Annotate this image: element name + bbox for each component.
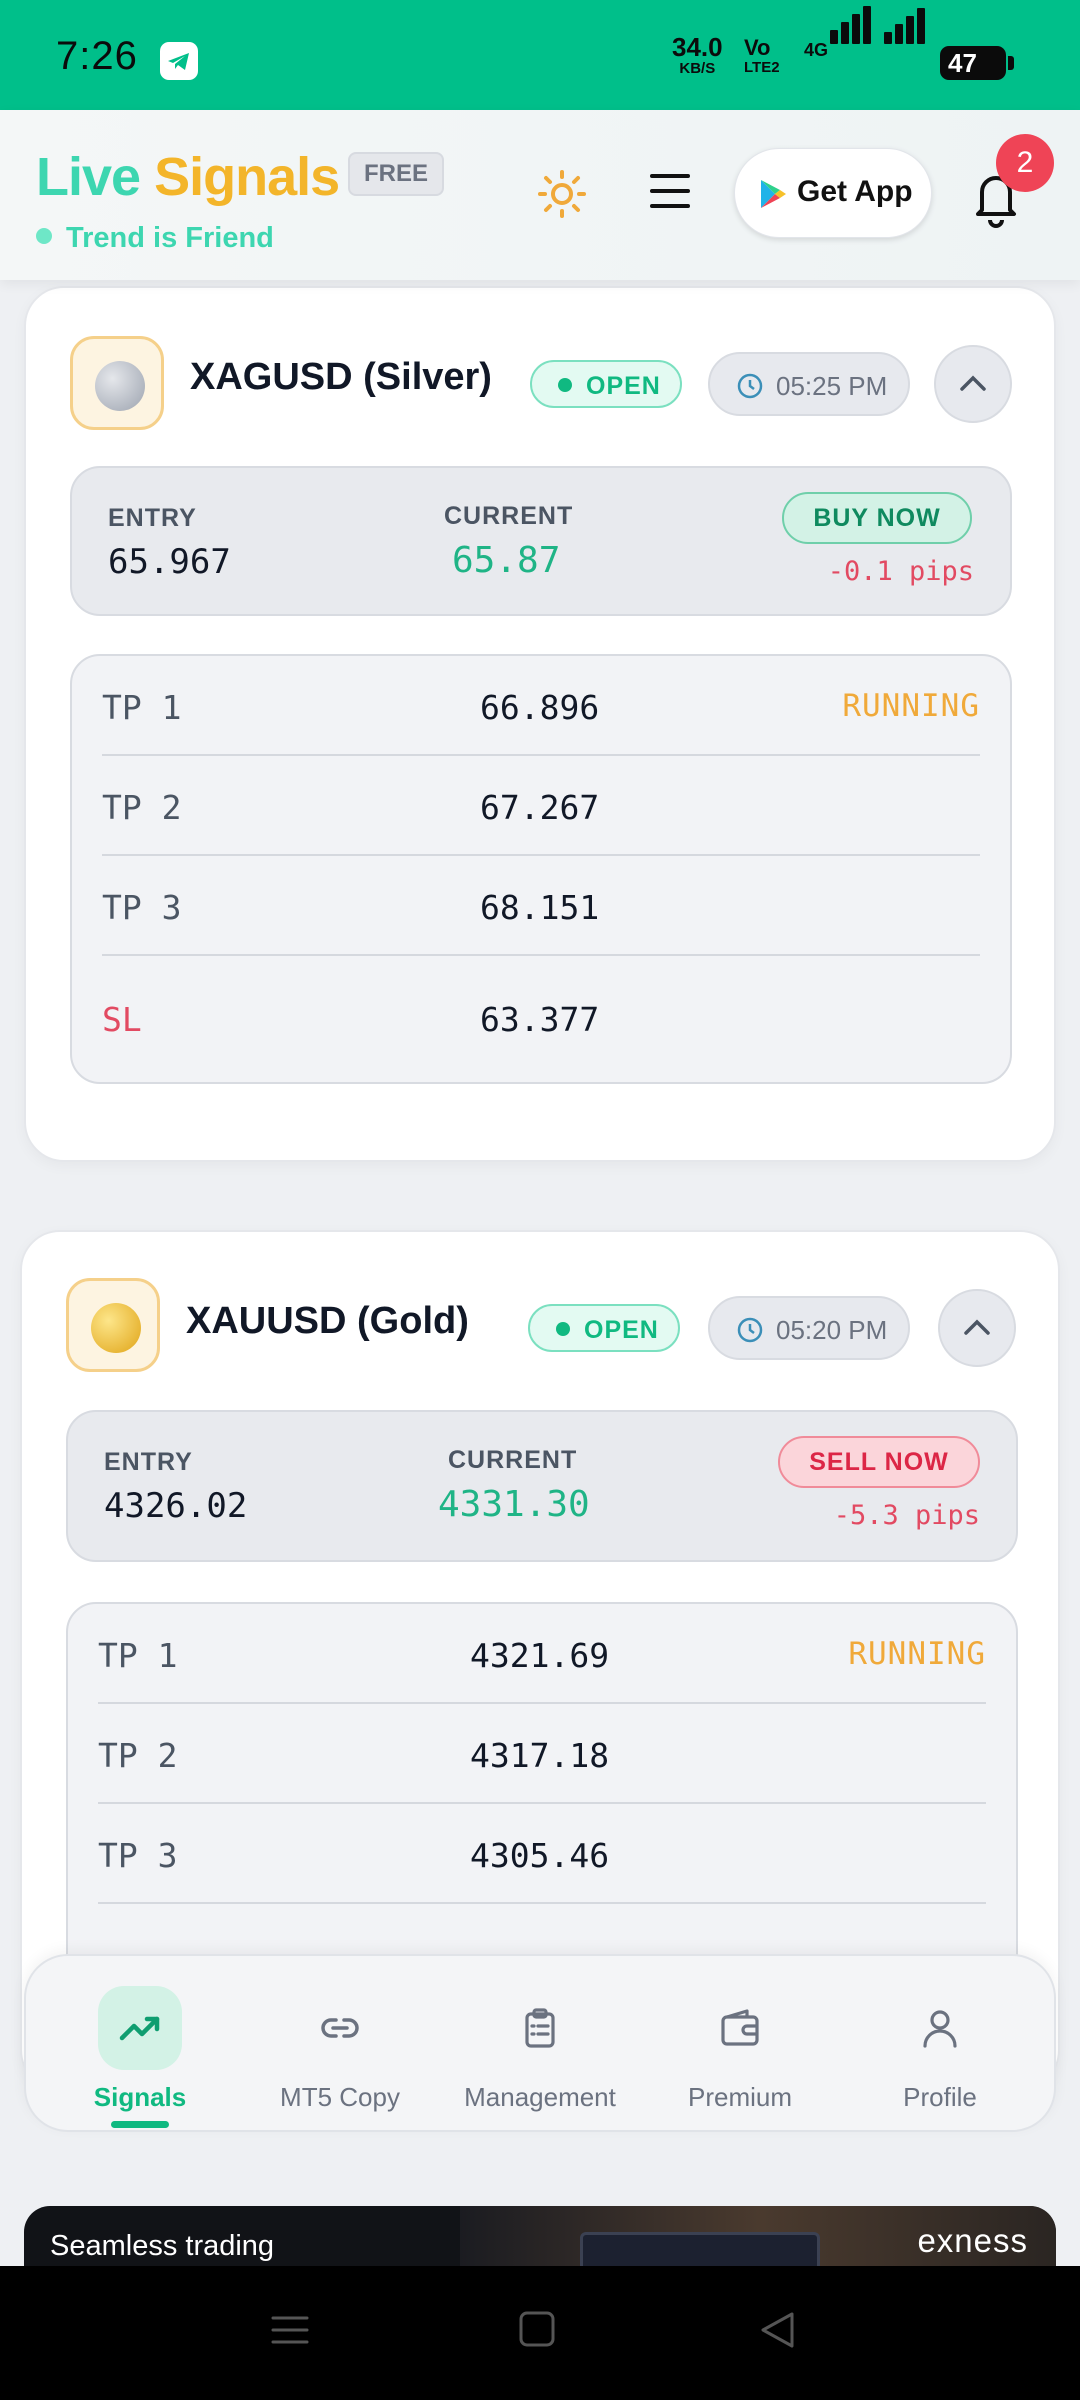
tp-row: TP 3 68.151: [102, 856, 980, 956]
signal-card-silver: XAGUSD (Silver) OPEN 05:25 PM ENTRY 65.9…: [24, 286, 1056, 1162]
silver-medal-icon: [70, 336, 164, 430]
tp-row: TP 1 66.896 RUNNING: [102, 656, 980, 756]
clipboard-icon: [498, 1986, 582, 2070]
clock-icon: [737, 1317, 763, 1343]
current-price: 65.87: [452, 540, 561, 581]
nav-management[interactable]: Management: [440, 1986, 640, 2113]
signal-time: 05:25 PM: [708, 352, 910, 416]
user-icon: [898, 1986, 982, 2070]
tier-badge: FREE: [348, 152, 445, 196]
app-logo-title: Live Signals: [36, 147, 340, 207]
bottom-navigation: Signals MT5 Copy Management Premium Prof…: [24, 1954, 1056, 2132]
tp-row: TP 2 67.267: [102, 756, 980, 856]
notification-count-badge: 2: [996, 134, 1054, 192]
symbol-title: XAUUSD (Gold): [186, 1300, 469, 1342]
nav-premium[interactable]: Premium: [640, 1986, 840, 2113]
price-summary: ENTRY 4326.02 CURRENT 4331.30 SELL NOW -…: [66, 1410, 1018, 1562]
system-navigation-bar: [0, 2266, 1080, 2400]
current-price: 4331.30: [438, 1484, 590, 1525]
take-profit-levels: TP 1 66.896 RUNNING TP 2 67.267 TP 3 68.…: [70, 654, 1012, 1084]
status-time: 7:26: [56, 34, 138, 78]
status-badge: OPEN: [530, 360, 682, 408]
signal-time: 05:20 PM: [708, 1296, 910, 1360]
battery-icon: 47: [940, 46, 1014, 80]
pips-value: -5.3 pips: [833, 1500, 980, 1531]
wallet-icon: [698, 1986, 782, 2070]
nav-signals[interactable]: Signals: [40, 1986, 240, 2128]
telegram-icon: [160, 42, 198, 80]
pips-value: -0.1 pips: [827, 556, 974, 587]
trending-up-icon: [98, 1986, 182, 2070]
clock-icon: [737, 373, 763, 399]
tp-row: TP 2 4317.18: [98, 1704, 986, 1804]
menu-hamburger-icon[interactable]: [650, 174, 690, 210]
tp-row: TP 1 4321.69 RUNNING: [98, 1604, 986, 1704]
back-icon[interactable]: [758, 2310, 798, 2355]
home-icon[interactable]: [518, 2310, 558, 2355]
volte-indicator: Vo LTE2: [744, 35, 780, 77]
buy-now-button[interactable]: BUY NOW: [782, 492, 972, 544]
net-speed: 34.0 KB/S: [672, 32, 723, 77]
tp-state-running: RUNNING: [848, 1636, 986, 1672]
sell-now-button[interactable]: SELL NOW: [778, 1436, 980, 1488]
nav-profile[interactable]: Profile: [840, 1986, 1040, 2113]
tp-state-running: RUNNING: [842, 688, 980, 724]
entry-price: 4326.02: [104, 1486, 248, 1526]
nav-mt5-copy[interactable]: MT5 Copy: [240, 1986, 440, 2113]
collapse-chevron-up-icon[interactable]: [934, 345, 1012, 423]
google-play-icon: [761, 180, 786, 208]
ad-brand-logo: exness: [917, 2222, 1028, 2259]
tp-row: TP 3 4305.46: [98, 1804, 986, 1904]
get-app-button[interactable]: Get App: [734, 148, 932, 238]
active-indicator: [111, 2121, 169, 2128]
gold-coin-icon: [66, 1278, 160, 1372]
laptop-image: [580, 2232, 820, 2266]
price-summary: ENTRY 65.967 CURRENT 65.87 BUY NOW -0.1 …: [70, 466, 1012, 616]
recent-apps-icon[interactable]: [270, 2310, 310, 2355]
entry-price: 65.967: [108, 542, 231, 582]
status-badge: OPEN: [528, 1304, 680, 1352]
network-type: 4G: [804, 40, 829, 60]
sl-row: SL 63.377: [102, 1000, 600, 1039]
theme-toggle-sun-icon[interactable]: [536, 168, 588, 220]
tagline: Trend is Friend: [36, 222, 274, 255]
app-header: Live Signals FREE Trend is Friend Get Ap…: [0, 110, 1080, 280]
ad-banner[interactable]: Seamless trading exness: [24, 2206, 1056, 2266]
collapse-chevron-up-icon[interactable]: [938, 1289, 1016, 1367]
ad-text: Seamless trading: [50, 2230, 275, 2262]
link-icon: [298, 1986, 382, 2070]
status-bar: 7:26 34.0 KB/S Vo LTE2 4G 47: [0, 0, 1080, 110]
symbol-title: XAGUSD (Silver): [190, 356, 492, 398]
